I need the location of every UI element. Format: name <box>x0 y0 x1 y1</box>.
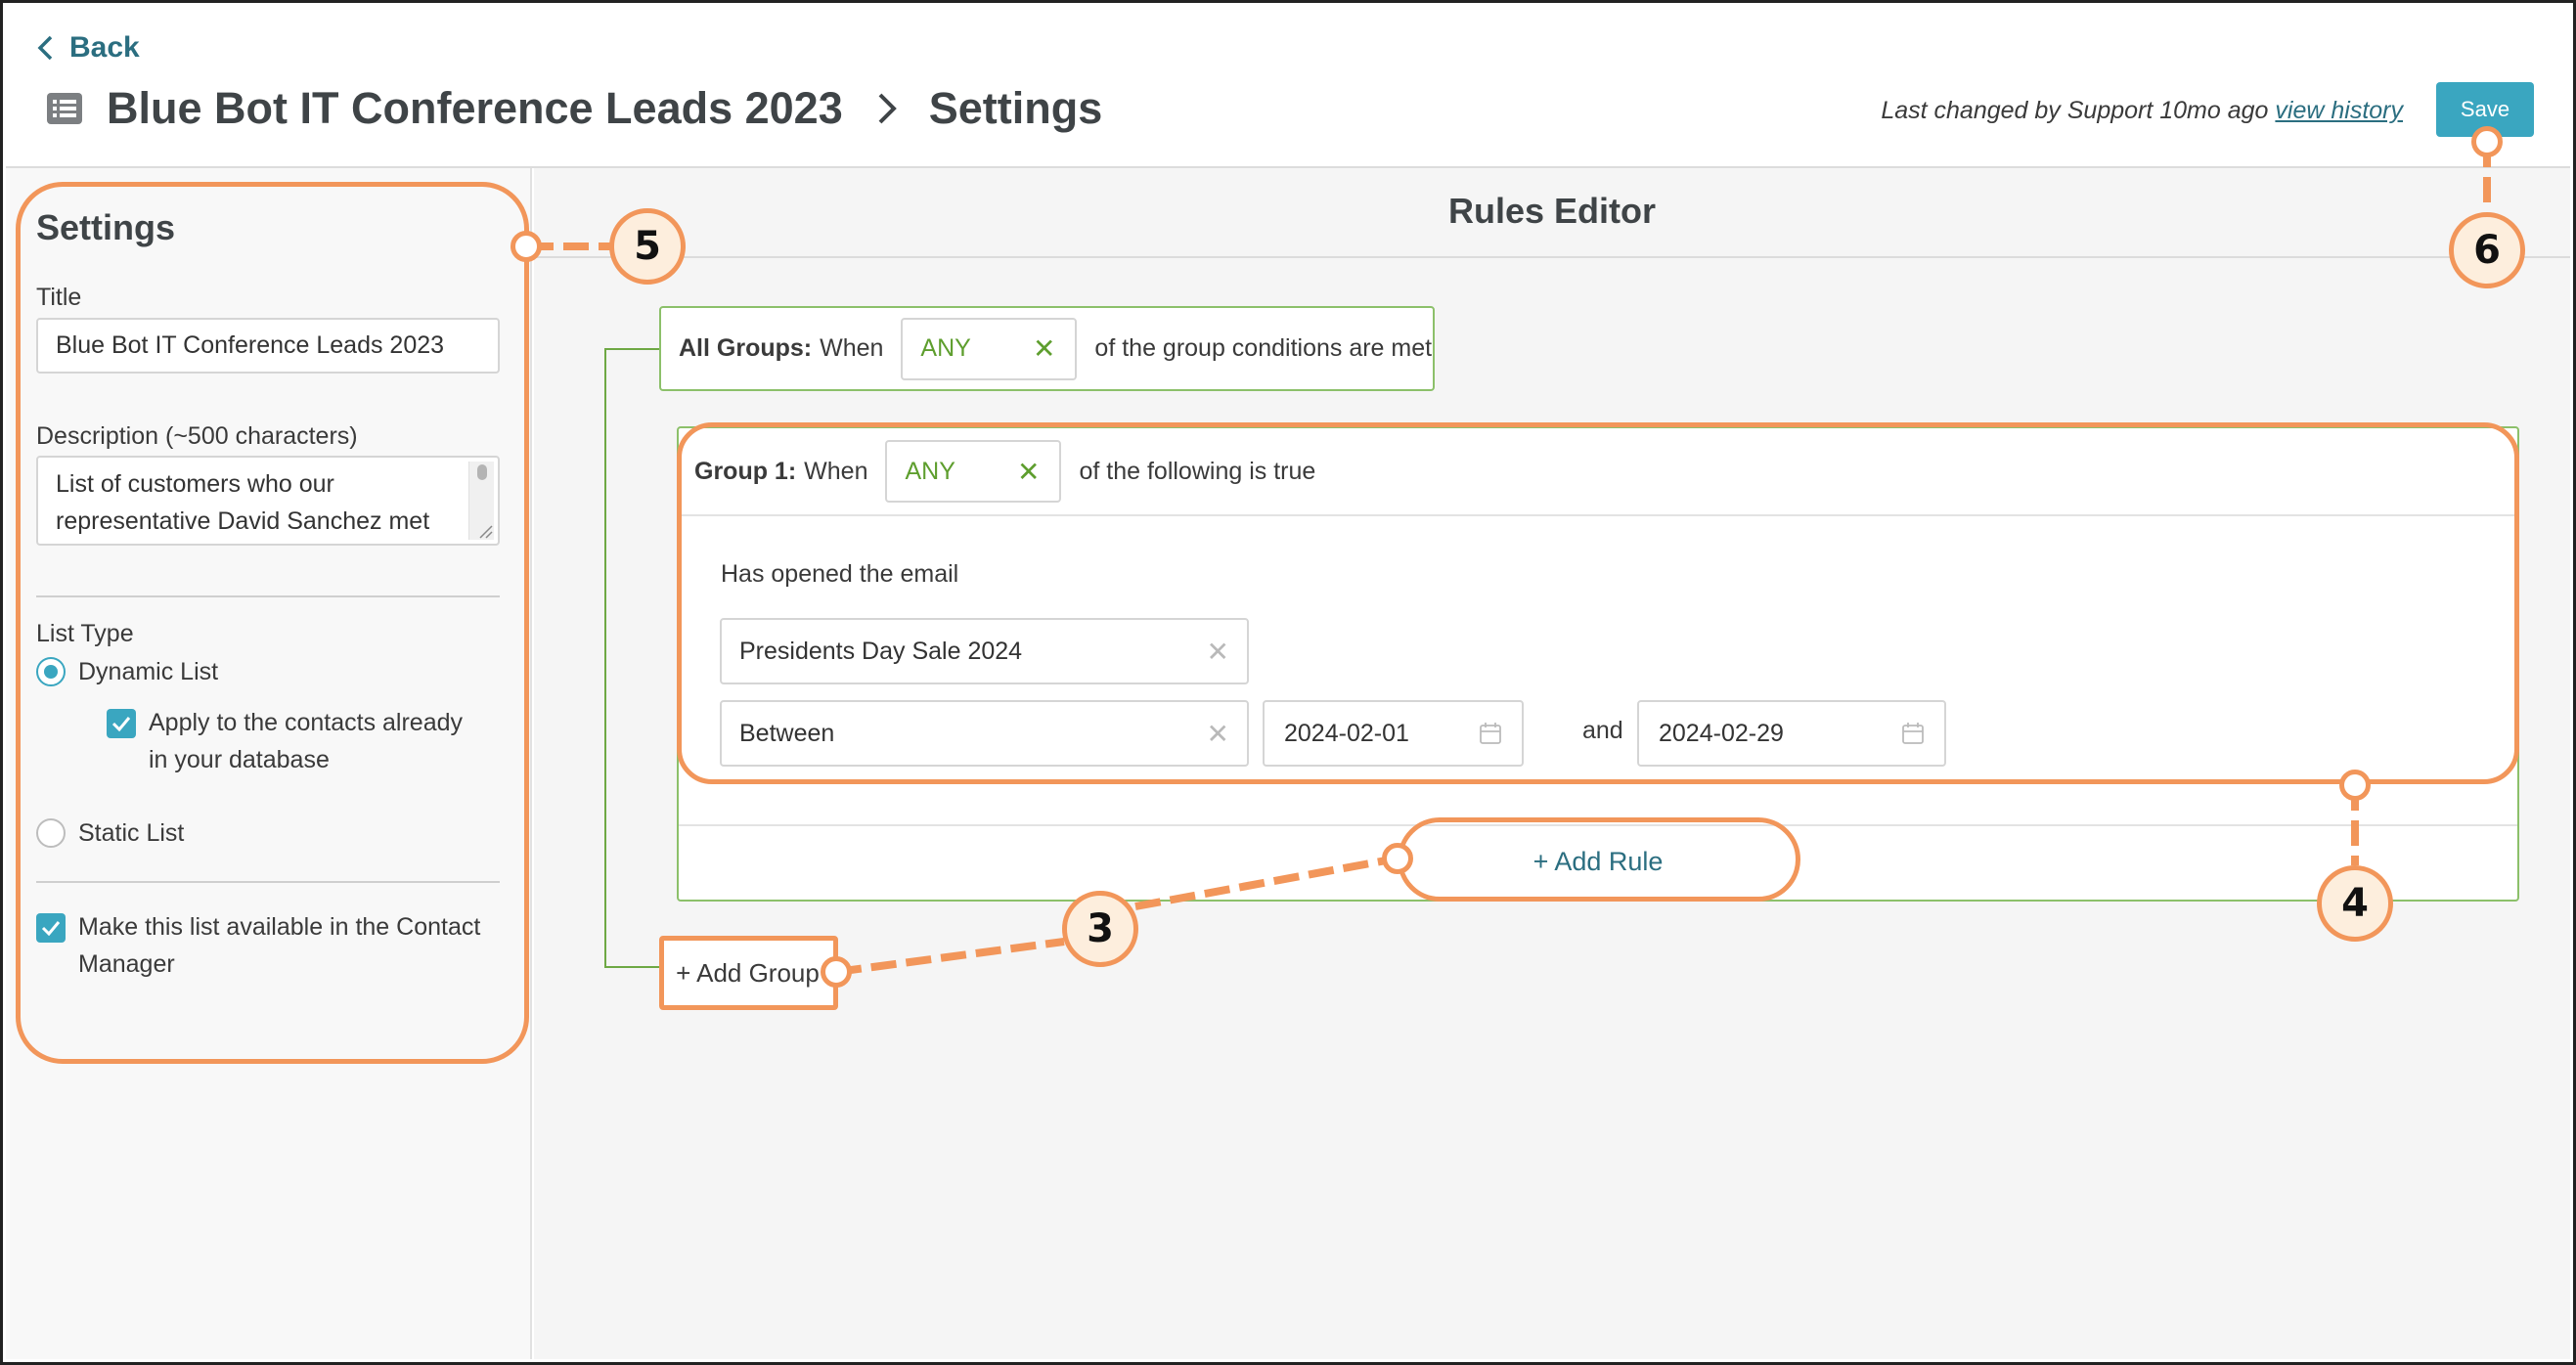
group-1-select[interactable]: ANY ✕ <box>885 440 1062 503</box>
email-select-value: Presidents Day Sale 2024 <box>739 637 1023 665</box>
group-1-label: Group 1: <box>694 457 797 485</box>
settings-sidebar: Settings Title Blue Bot IT Conference Le… <box>6 168 532 1359</box>
callout-anchor <box>2339 770 2371 801</box>
apply-line-2: in your database <box>149 746 330 773</box>
apply-existing-label: Apply to the contacts already in your da… <box>149 704 463 778</box>
description-line-2: representative David Sanchez met <box>56 507 430 535</box>
list-icon <box>47 93 82 124</box>
end-date-value: 2024-02-29 <box>1659 719 1784 747</box>
description-textarea[interactable]: List of customers who our representative… <box>36 456 500 546</box>
available-line-2: Manager <box>78 950 175 978</box>
group-1-header: Group 1: When ANY ✕ of the following is … <box>679 428 2517 516</box>
title-input[interactable]: Blue Bot IT Conference Leads 2023 <box>36 318 500 374</box>
callout-badge-5: 5 <box>609 208 686 285</box>
start-date-value: 2024-02-01 <box>1284 719 1409 747</box>
chevron-right-icon <box>878 93 897 124</box>
resize-grip-icon[interactable] <box>476 522 494 540</box>
tree-connector <box>604 966 659 968</box>
clear-icon[interactable]: ✕ <box>1207 718 1229 750</box>
page-title: Blue Bot IT Conference Leads 2023 <box>107 83 843 133</box>
end-date-input[interactable]: 2024-02-29 <box>1637 700 1946 767</box>
callout-anchor <box>821 956 852 988</box>
all-groups-value: ANY <box>920 334 971 362</box>
callout-badge-6: 6 <box>2449 212 2525 288</box>
last-changed-text: Last changed by Support 10mo ago <box>1881 97 2269 124</box>
sidebar-heading: Settings <box>36 207 176 247</box>
tree-connector <box>604 348 659 350</box>
rules-editor-title: Rules Editor <box>1447 191 1657 231</box>
description-label: Description (~500 characters) <box>36 422 358 450</box>
all-groups-condition: All Groups: When ANY ✕ of the group cond… <box>659 306 1435 391</box>
description-line-1: List of customers who our <box>56 470 334 498</box>
operator-select[interactable]: Between ✕ <box>720 700 1249 767</box>
all-groups-suffix: of the group conditions are met <box>1094 334 1433 362</box>
view-history-link[interactable]: view history <box>2275 97 2403 124</box>
apply-line-1: Apply to the contacts already <box>149 709 464 736</box>
add-group-button[interactable]: + Add Group <box>659 938 836 1008</box>
breadcrumb: Blue Bot IT Conference Leads 2023 Settin… <box>46 77 1102 140</box>
checkmark-icon <box>111 717 131 731</box>
app-window: Back Blue Bot IT Conference Leads 2023 S… <box>0 0 2576 1365</box>
dynamic-list-radio[interactable] <box>36 657 66 686</box>
clear-icon[interactable]: ✕ <box>1033 332 1055 365</box>
calendar-icon[interactable] <box>1901 722 1925 745</box>
callout-badge-4: 4 <box>2317 865 2393 942</box>
group-1-when: When <box>804 457 868 485</box>
clear-icon[interactable]: ✕ <box>1207 636 1229 668</box>
title-input-value: Blue Bot IT Conference Leads 2023 <box>56 331 445 359</box>
sidebar-divider <box>36 595 500 597</box>
and-label: and <box>1582 717 1623 744</box>
checkmark-icon <box>41 921 61 936</box>
apply-existing-checkbox[interactable] <box>107 709 136 738</box>
all-groups-when: When <box>820 334 884 362</box>
group-1-suffix: of the following is true <box>1079 457 1316 485</box>
static-list-radio[interactable] <box>36 818 66 848</box>
title-label: Title <box>36 284 82 311</box>
dynamic-list-label: Dynamic List <box>78 658 219 685</box>
start-date-input[interactable]: 2024-02-01 <box>1263 700 1524 767</box>
all-groups-select[interactable]: ANY ✕ <box>901 317 1078 380</box>
back-link[interactable]: Back <box>36 28 140 67</box>
sidebar-divider <box>36 881 500 883</box>
list-type-label: List Type <box>36 620 134 647</box>
calendar-icon[interactable] <box>1479 722 1502 745</box>
tree-connector <box>604 348 606 968</box>
rules-editor-header: Rules Editor <box>534 168 2570 258</box>
static-list-label: Static List <box>78 819 185 847</box>
email-select[interactable]: Presidents Day Sale 2024 ✕ <box>720 618 1249 684</box>
add-rule-button[interactable]: + Add Rule <box>1398 822 1799 901</box>
callout-badge-3: 3 <box>1062 891 1138 967</box>
all-groups-label: All Groups: <box>679 334 813 362</box>
contact-manager-label: Make this list available in the Contact … <box>78 908 480 983</box>
callout-anchor <box>511 231 542 262</box>
rule-description: Has opened the email <box>721 560 959 588</box>
group-1-value: ANY <box>905 457 955 485</box>
callout-anchor <box>2471 126 2503 157</box>
callout-anchor <box>1382 843 1413 874</box>
page-subtitle: Settings <box>928 83 1103 133</box>
available-line-1: Make this list available in the Contact <box>78 913 481 941</box>
back-label: Back <box>69 31 140 64</box>
last-changed-info: Last changed by Support 10mo ago view hi… <box>1881 97 2403 125</box>
contact-manager-checkbox[interactable] <box>36 913 66 943</box>
operator-select-value: Between <box>739 719 835 747</box>
chevron-left-icon <box>37 35 53 61</box>
clear-icon[interactable]: ✕ <box>1017 456 1040 488</box>
